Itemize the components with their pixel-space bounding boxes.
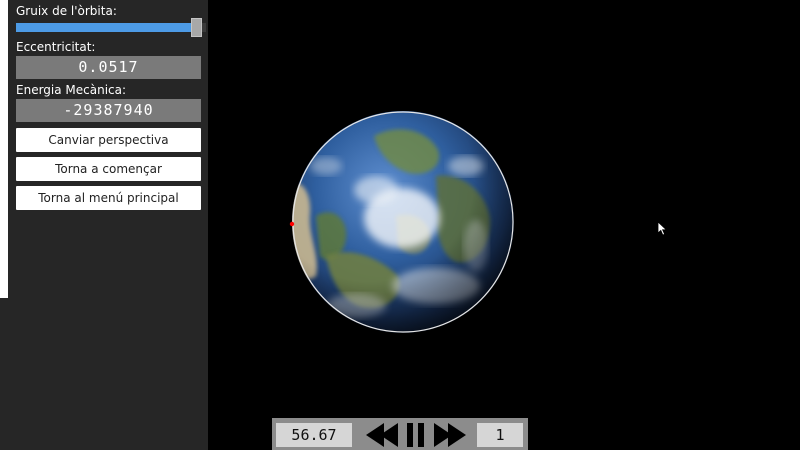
orbit-width-label-colon: : — [112, 4, 117, 18]
orbit-width-slider-fill — [16, 23, 197, 32]
eccentricity-value: 0.0517 — [16, 56, 201, 79]
satellite-marker — [289, 221, 295, 227]
energy-value: -29387940 — [16, 99, 201, 122]
simulation-screen: Gruix de l'òrbita: Eccentricitat: 0.0517… — [0, 0, 800, 450]
time-readout: 56.67 — [276, 423, 352, 447]
orbit-width-slider-handle[interactable] — [191, 18, 202, 37]
rewind-icon[interactable] — [364, 423, 402, 447]
playback-controls: 56.67 1 — [272, 418, 528, 450]
restart-button[interactable]: Torna a començar — [16, 157, 201, 181]
speed-readout: 1 — [477, 423, 523, 447]
eccentricity-label: Eccentricitat: — [16, 40, 96, 54]
fast-forward-icon[interactable] — [430, 423, 468, 447]
orbit-width-label-text: Gruix de l'òrbita — [16, 4, 113, 18]
mouse-cursor-icon — [657, 221, 668, 236]
pause-icon[interactable] — [406, 423, 426, 447]
control-panel: Gruix de l'òrbita: Eccentricitat: 0.0517… — [0, 0, 208, 450]
change-perspective-button[interactable]: Canviar perspectiva — [16, 128, 201, 152]
main-menu-button[interactable]: Torna al menú principal — [16, 186, 201, 210]
energy-label: Energia Mecànica: — [16, 83, 127, 97]
orbit-scene — [289, 111, 514, 333]
orbit-width-slider[interactable] — [16, 18, 206, 37]
panel-edge-strip — [0, 0, 8, 298]
orbit-width-label: Gruix de l'òrbita: — [16, 4, 117, 18]
